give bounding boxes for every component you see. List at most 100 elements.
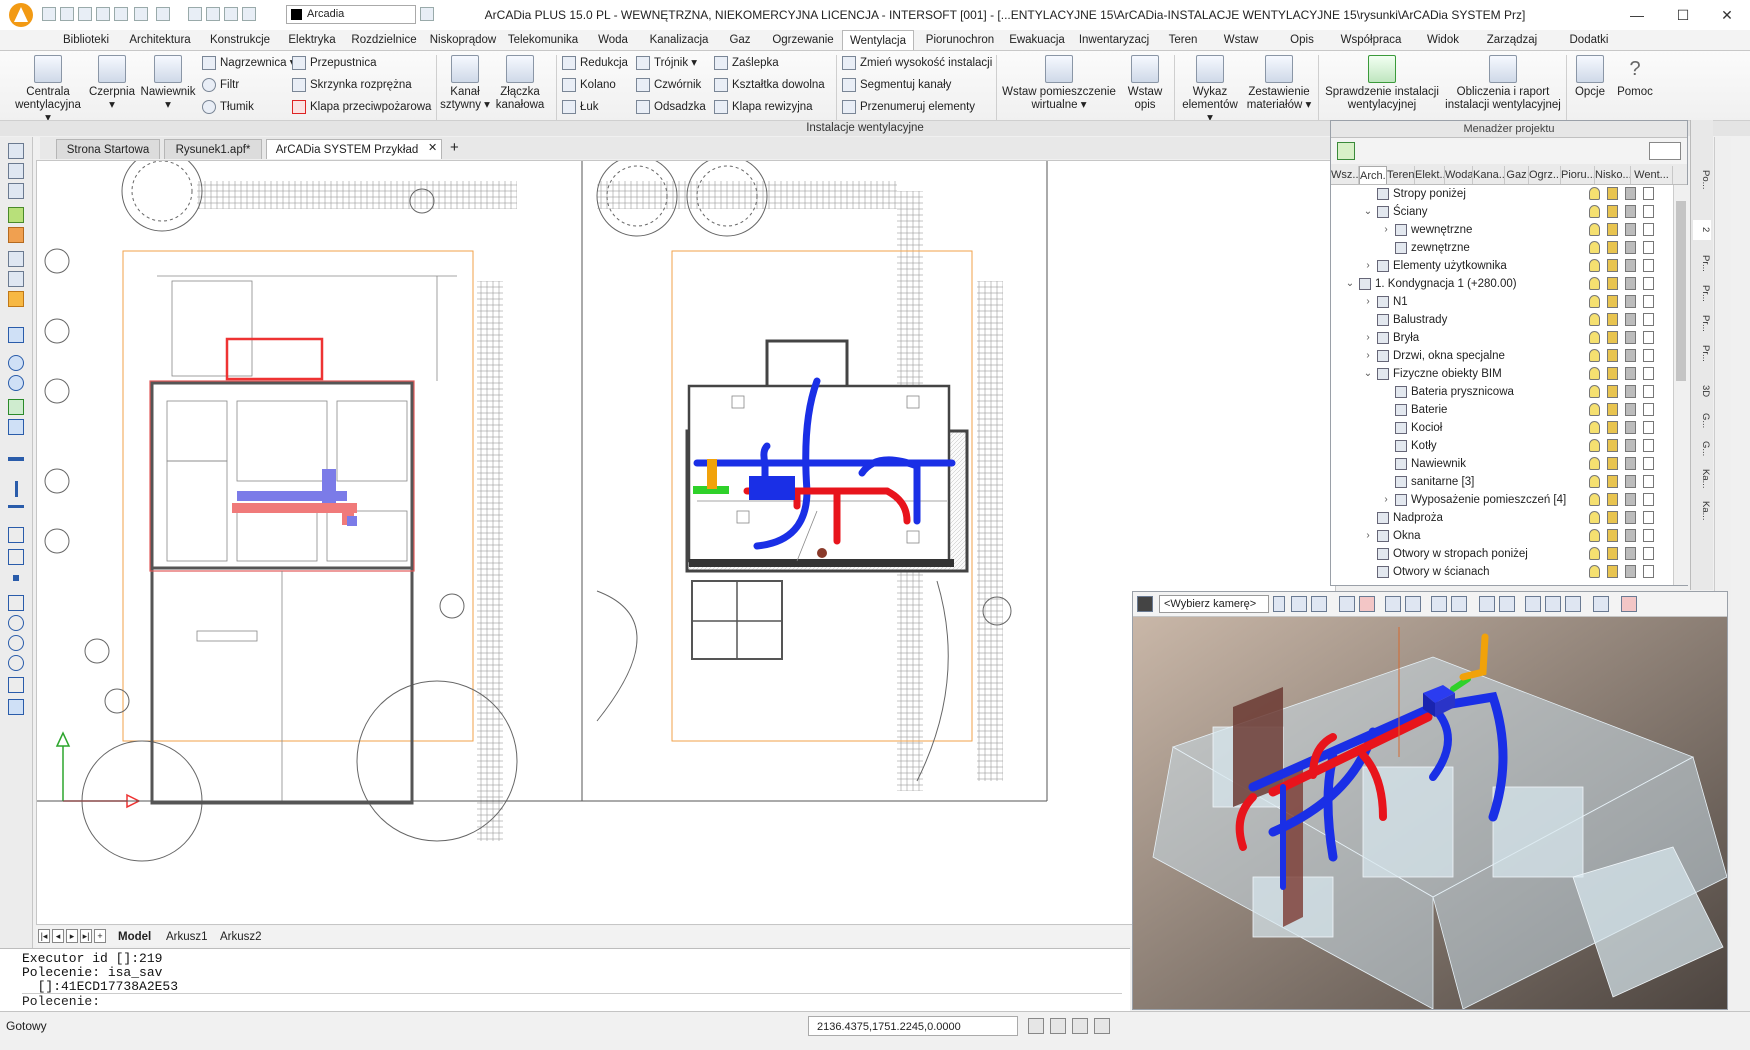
- lock-icon[interactable]: [1607, 511, 1618, 524]
- tree-item[interactable]: Bateria pryszniсowa: [1331, 383, 1671, 401]
- visibility-bulb-icon[interactable]: [1589, 547, 1600, 560]
- pm-tab-electrical[interactable]: Elekt...: [1415, 166, 1445, 184]
- visibility-bulb-icon[interactable]: [1589, 259, 1600, 272]
- previous-layout-button[interactable]: ◂: [52, 929, 64, 943]
- undo-icon[interactable]: [134, 7, 148, 21]
- side-tab-g1[interactable]: G...: [1693, 410, 1711, 432]
- print-flag-icon[interactable]: [1625, 241, 1636, 254]
- tree-item[interactable]: › Bryła: [1331, 329, 1671, 347]
- bend-button[interactable]: Łuk: [560, 97, 599, 117]
- color-swatch-icon[interactable]: [1643, 349, 1654, 362]
- pan-icon[interactable]: [8, 399, 24, 415]
- zoom-window-icon[interactable]: [8, 375, 24, 391]
- layer-plot-icon[interactable]: [242, 7, 256, 21]
- tree-item[interactable]: zewnętrzne: [1331, 239, 1671, 257]
- tab-arcadia-system-example[interactable]: ArCADia SYSTEM Przykład 1.apf*: [266, 139, 442, 176]
- tree-expander-icon[interactable]: ›: [1381, 491, 1391, 509]
- tree-item[interactable]: Baterie: [1331, 401, 1671, 419]
- ellipse-icon[interactable]: [8, 655, 24, 671]
- diagonal-line-icon[interactable]: [8, 527, 24, 543]
- zoom-icon[interactable]: [8, 355, 24, 371]
- pm-tab-terrain[interactable]: Teren: [1387, 166, 1415, 184]
- visibility-bulb-icon[interactable]: [1589, 385, 1600, 398]
- vertical-line-icon[interactable]: [15, 481, 18, 497]
- color-swatch-icon[interactable]: [1643, 511, 1654, 524]
- tab-architektura[interactable]: Architektura: [121, 30, 199, 50]
- help-button[interactable]: ? Pomoc: [1614, 55, 1656, 99]
- air-intake-button[interactable]: Czerpnia ▾: [86, 55, 138, 112]
- tab-opis[interactable]: Opis: [1276, 30, 1328, 50]
- visibility-bulb-icon[interactable]: [1589, 493, 1600, 506]
- tab-ogrzewanie[interactable]: Ogrzewanie: [766, 30, 840, 50]
- tab-elektryka[interactable]: Elektryka: [283, 30, 341, 50]
- tree-item[interactable]: ⌄ 1. Kondygnacja 1 (+280.00): [1331, 275, 1671, 293]
- 3d-mode-icon[interactable]: [1593, 596, 1609, 612]
- heater-button[interactable]: Nagrzewnica ▾: [200, 53, 295, 73]
- pm-tab-heating[interactable]: Ogrz...: [1529, 166, 1561, 184]
- pm-tab-low-voltage[interactable]: Nisko...: [1595, 166, 1631, 184]
- snap-icon[interactable]: [1028, 1018, 1044, 1034]
- 3d-render-viewport[interactable]: [1133, 617, 1727, 1009]
- silencer-button[interactable]: Tłumik: [200, 97, 254, 117]
- zoom-extents-icon[interactable]: [1291, 596, 1307, 612]
- color-swatch-icon[interactable]: [1643, 547, 1654, 560]
- print-flag-icon[interactable]: [1625, 313, 1636, 326]
- tab-kanalizacja[interactable]: Kanalizacja: [642, 30, 716, 50]
- render-icon[interactable]: [1339, 596, 1355, 612]
- view-icon[interactable]: [8, 271, 24, 287]
- visibility-bulb-icon[interactable]: [1589, 205, 1600, 218]
- sun-icon[interactable]: [1525, 596, 1541, 612]
- duct-coupler-button[interactable]: Złączka kanałowa: [492, 55, 548, 112]
- custom-fitting-button[interactable]: Kształtka dowolna: [712, 75, 825, 95]
- air-handling-unit-button[interactable]: Centrala wentylacyjna ▾: [14, 55, 82, 125]
- print-flag-icon[interactable]: [1625, 511, 1636, 524]
- lock-icon[interactable]: [1607, 367, 1618, 380]
- calculations-report-button[interactable]: Obliczenia i raport instalacji wentylacy…: [1444, 55, 1562, 112]
- camera-dropdown-icon[interactable]: [1273, 596, 1285, 612]
- lock-icon[interactable]: [1607, 187, 1618, 200]
- section-plane-icon[interactable]: [1499, 596, 1515, 612]
- circle-icon[interactable]: [8, 635, 24, 651]
- redo-icon[interactable]: [156, 7, 170, 21]
- options-button[interactable]: Opcje: [1570, 55, 1610, 99]
- print-flag-icon[interactable]: [1625, 547, 1636, 560]
- tab-telekomunikacja[interactable]: Telekomunika: [503, 30, 583, 50]
- tab-dodatki[interactable]: Dodatki: [1556, 30, 1622, 50]
- tab-zarzadzaj[interactable]: Zarządzaj: [1474, 30, 1550, 50]
- tab-wentylacja[interactable]: Wentylacja: [842, 30, 914, 50]
- side-tab-3d[interactable]: 3D: [1693, 380, 1711, 402]
- side-tab-po[interactable]: Po...: [1693, 160, 1711, 200]
- color-swatch-icon[interactable]: [1643, 529, 1654, 542]
- offset-button[interactable]: Odsadzka: [634, 97, 706, 117]
- visibility-bulb-icon[interactable]: [1589, 277, 1600, 290]
- tree-item[interactable]: Otwory w ścianach: [1331, 563, 1671, 581]
- tab-konstrukcje[interactable]: Konstrukcje: [203, 30, 277, 50]
- print-flag-icon[interactable]: [1625, 565, 1636, 578]
- line-icon[interactable]: [8, 457, 24, 461]
- tab-sheet1[interactable]: Arkusz1: [166, 928, 208, 946]
- layer-lock-icon[interactable]: [224, 7, 238, 21]
- rigid-duct-button[interactable]: Kanał sztywny ▾: [440, 55, 490, 112]
- color-swatch-icon[interactable]: [1643, 565, 1654, 578]
- properties-icon[interactable]: [8, 143, 24, 159]
- print-flag-icon[interactable]: [1625, 295, 1636, 308]
- print-icon[interactable]: [114, 7, 128, 21]
- pm-tab-all[interactable]: Wsz...: [1331, 166, 1359, 184]
- pm-tab-architecture[interactable]: Arch...: [1359, 166, 1387, 184]
- side-tab-pr1[interactable]: Pr...: [1693, 250, 1711, 276]
- select-icon[interactable]: [8, 207, 24, 223]
- layers-icon[interactable]: [8, 163, 24, 179]
- lock-icon[interactable]: [1607, 457, 1618, 470]
- tree-item[interactable]: Nawiewnik: [1331, 455, 1671, 473]
- lock-icon[interactable]: [1607, 241, 1618, 254]
- print-flag-icon[interactable]: [1625, 223, 1636, 236]
- lock-icon[interactable]: [1607, 529, 1618, 542]
- visibility-bulb-icon[interactable]: [1589, 331, 1600, 344]
- next-layout-button[interactable]: ▸: [66, 929, 78, 943]
- point-icon[interactable]: [13, 575, 19, 581]
- arcadia-logo-icon[interactable]: [8, 2, 34, 28]
- tab-wstaw[interactable]: Wstaw: [1212, 30, 1270, 50]
- tree-item[interactable]: › N1: [1331, 293, 1671, 311]
- side-tab-pr4[interactable]: Pr...: [1693, 340, 1711, 366]
- side-tab-2[interactable]: 2: [1693, 220, 1711, 240]
